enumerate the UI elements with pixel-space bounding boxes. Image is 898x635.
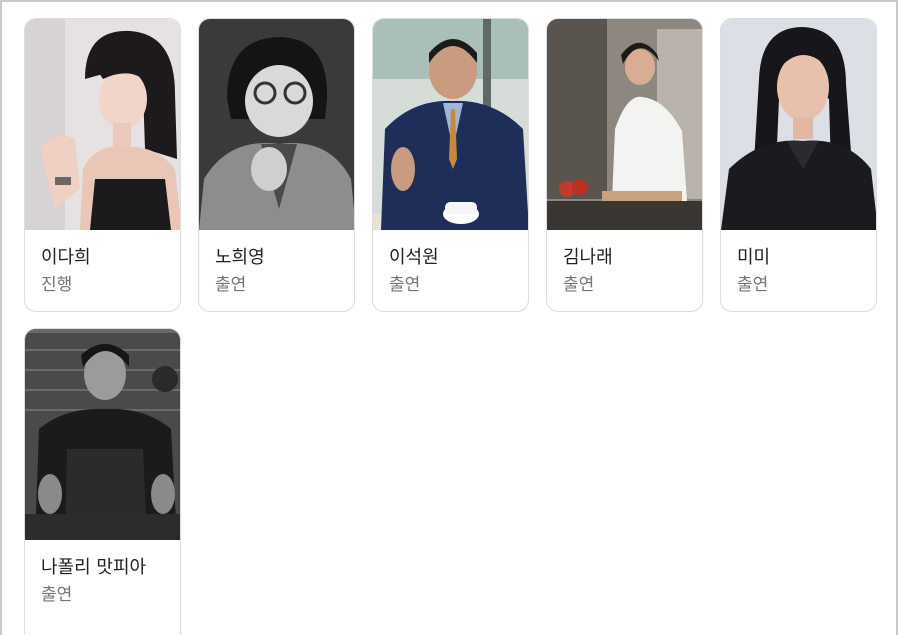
cast-card-4[interactable]: 김나래 출연	[546, 18, 703, 312]
cast-role: 출연	[737, 275, 769, 295]
cast-role: 출연	[563, 275, 595, 295]
cast-name: 이석원	[389, 247, 439, 268]
cast-role: 진행	[41, 275, 73, 295]
cast-photo	[547, 19, 702, 230]
cast-photo	[25, 19, 180, 230]
cast-name: 노희영	[215, 247, 265, 268]
cast-photo	[199, 19, 354, 230]
cast-photo	[373, 19, 528, 230]
cast-name: 김나래	[563, 247, 613, 268]
cast-name: 미미	[737, 247, 771, 268]
cast-role: 출연	[389, 275, 421, 295]
cast-card-1[interactable]: 이다희 진행	[24, 18, 181, 312]
cast-role: 출연	[215, 275, 247, 295]
cast-card-6[interactable]: 나폴리 맛피아 출연	[24, 328, 181, 635]
cast-card-2[interactable]: 노희영 출연	[198, 18, 355, 312]
cast-grid: 이다희 진행 노희영 출연 이석원 출연 김나래 출연 미미 출연 나폴리 맛피…	[24, 18, 877, 635]
cast-photo	[25, 329, 180, 540]
cast-name: 나폴리 맛피아	[41, 557, 147, 578]
cast-card-3[interactable]: 이석원 출연	[372, 18, 529, 312]
cast-role: 출연	[41, 585, 73, 605]
cast-name: 이다희	[41, 247, 91, 268]
cast-photo	[721, 19, 876, 230]
cast-card-5[interactable]: 미미 출연	[720, 18, 877, 312]
